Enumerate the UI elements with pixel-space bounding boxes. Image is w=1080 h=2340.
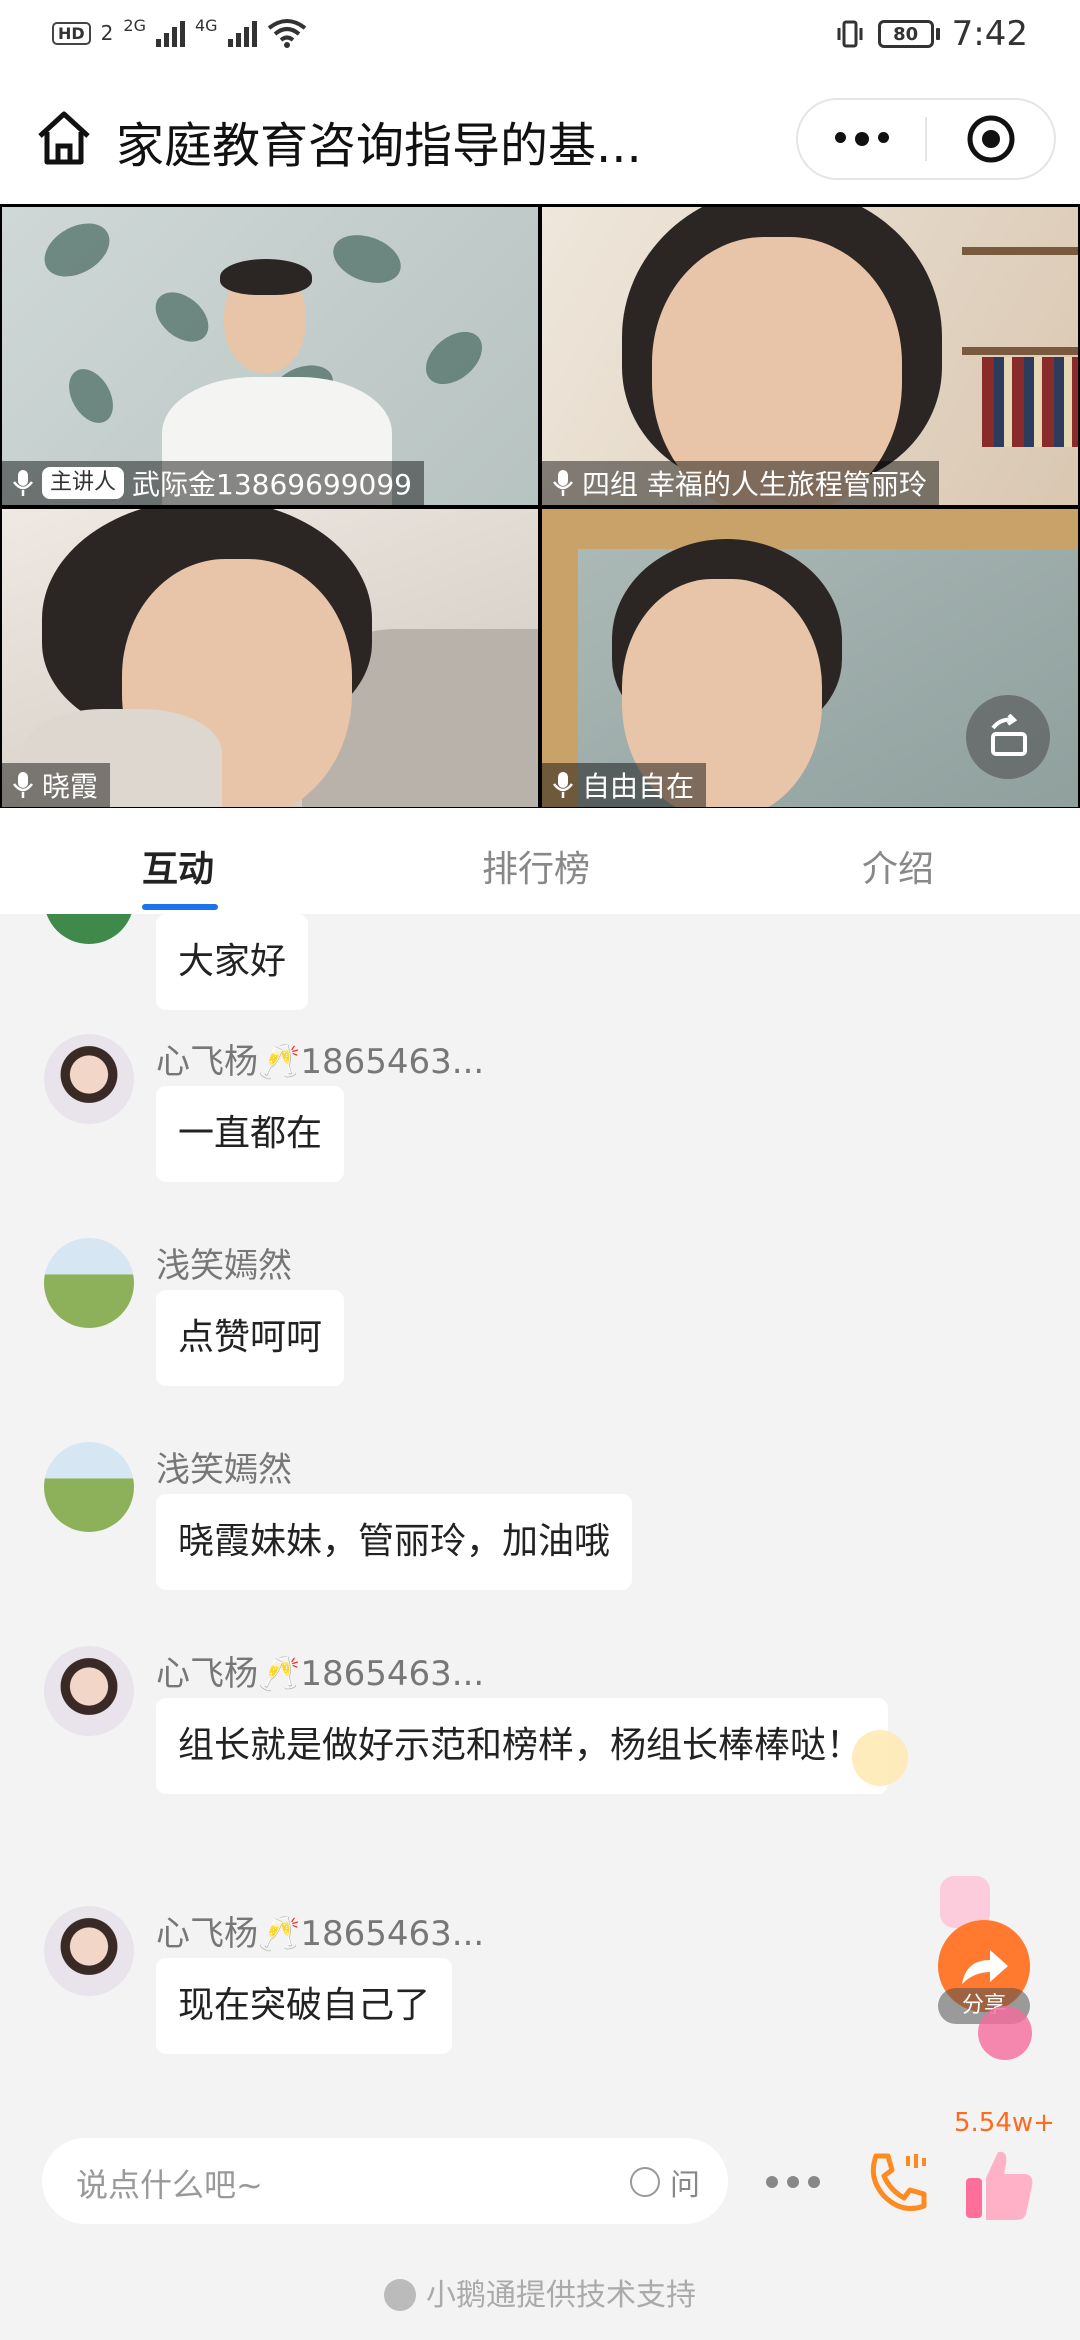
tab-bar: 互动 排行榜 介绍 <box>0 808 1080 915</box>
message-bubble: 晓霞妹妹，管丽玲，加油哦 <box>156 1494 633 1590</box>
video-name: 自由自在 <box>582 770 695 803</box>
page-title: 家庭教育咨询指导的基... <box>116 118 642 174</box>
wifi-icon <box>267 19 306 48</box>
video-label-participant: 四组 幸福的人生旅程管丽玲 <box>542 461 939 505</box>
footer-text: 小鹅通提供技术支持 <box>426 2278 696 2313</box>
chat-list[interactable]: 大家好 心飞杨🥂1865463... 一直都在 浅笑嫣然 点赞呵呵 浅笑嫣然 晓… <box>0 914 1080 2108</box>
user-name: 心飞杨🥂1865463... <box>156 1654 485 1694</box>
target-icon <box>967 115 1014 163</box>
video-label-host: 主讲人 武际金13869699099 <box>2 461 424 505</box>
hd-voice-icon: HD <box>52 21 91 45</box>
comment-input[interactable]: 说点什么吧~ 问 <box>42 2138 728 2224</box>
user-avatar <box>44 1646 134 1736</box>
message-bubble: 一直都在 <box>156 1086 345 1182</box>
ask-label: 问 <box>670 2168 700 2203</box>
clock: 7:42 <box>951 14 1028 54</box>
video-grid: 主讲人 武际金13869699099 四组 幸福的人生旅程管丽玲 晓霞 自由自在 <box>0 204 1080 808</box>
comment-placeholder: 说点什么吧~ <box>76 2166 263 2204</box>
user-name: 浅笑嫣然 <box>156 1450 292 1490</box>
video-tile-host[interactable]: 主讲人 武际金13869699099 <box>2 207 538 505</box>
message-bubble: 大家好 <box>156 914 309 1010</box>
video-tile-participant[interactable]: 自由自在 <box>542 509 1078 807</box>
microphone-icon <box>13 470 33 496</box>
active-tab-indicator <box>142 904 218 910</box>
bottom-bar: 说点什么吧~ 问 5.54w+ 小鹅通提供技术支持 <box>0 2108 1080 2340</box>
message-bubble: 组长就是做好示范和榜样，杨组长棒棒哒！ <box>156 1698 888 1794</box>
ask-question-toggle[interactable]: 问 <box>630 2160 700 2204</box>
rotate-screen-button[interactable] <box>966 695 1050 779</box>
more-menu-button[interactable] <box>798 132 925 146</box>
rotate-icon <box>991 713 1027 756</box>
user-name: 心飞杨🥂1865463... <box>156 1914 485 1954</box>
host-badge: 主讲人 <box>42 467 125 499</box>
user-avatar <box>44 1034 134 1124</box>
signal-icon-b <box>227 19 257 47</box>
user-avatar <box>44 1238 134 1328</box>
microphone-icon <box>553 470 573 496</box>
signal-icon-a <box>155 19 185 47</box>
home-icon[interactable] <box>34 108 94 168</box>
tab-leaderboard[interactable]: 排行榜 <box>482 840 590 892</box>
heart-icon <box>978 2006 1032 2060</box>
user-name: 浅笑嫣然 <box>156 1246 292 1286</box>
status-bar: HD 2 2G 4G 80 7:42 <box>0 0 1080 72</box>
radio-icon <box>630 2167 660 2197</box>
video-tile-participant[interactable]: 四组 幸福的人生旅程管丽玲 <box>542 207 1078 505</box>
message-bubble: 现在突破自己了 <box>156 1958 453 2054</box>
mini-program-capsule <box>796 98 1056 180</box>
xiaoe-logo-icon <box>384 2279 416 2311</box>
title-bar: 家庭教育咨询指导的基... <box>0 72 1080 204</box>
video-tile-participant[interactable]: 晓霞 <box>2 509 538 807</box>
video-label-participant: 晓霞 <box>2 763 111 807</box>
microphone-icon <box>553 772 573 798</box>
battery-icon: 80 <box>877 20 940 48</box>
like-count: 5.54w+ <box>954 2108 1055 2138</box>
status-left: HD 2 2G 4G <box>52 15 307 48</box>
user-name: 心飞杨🥂1865463... <box>156 1042 485 1082</box>
video-name: 武际金13869699099 <box>132 468 412 501</box>
footer-credit: 小鹅通提供技术支持 <box>0 2270 1080 2314</box>
sim-index: 2 <box>100 21 114 45</box>
user-avatar <box>44 914 134 944</box>
video-name: 晓霞 <box>42 770 99 803</box>
microphone-icon <box>13 772 33 798</box>
tab-introduction[interactable]: 介绍 <box>862 840 934 892</box>
tab-interaction[interactable]: 互动 <box>142 840 214 892</box>
phone-icon[interactable] <box>862 2148 934 2220</box>
vibrate-icon <box>837 20 863 48</box>
video-label-participant: 自由自在 <box>542 763 707 807</box>
network-type-a: 2G <box>123 15 146 35</box>
user-avatar <box>44 1906 134 1996</box>
smile-emoji-icon <box>852 1730 908 1786</box>
status-right: 80 7:42 <box>834 14 1028 54</box>
close-mini-program-button[interactable] <box>927 113 1054 165</box>
user-avatar <box>44 1442 134 1532</box>
more-options-button[interactable] <box>766 2176 820 2188</box>
share-arrow-icon <box>962 1950 1008 1984</box>
video-name: 四组 幸福的人生旅程管丽玲 <box>582 468 927 501</box>
thumbs-up-icon[interactable] <box>962 2144 1038 2224</box>
network-type-b: 4G <box>194 15 218 35</box>
message-bubble: 点赞呵呵 <box>156 1290 345 1386</box>
